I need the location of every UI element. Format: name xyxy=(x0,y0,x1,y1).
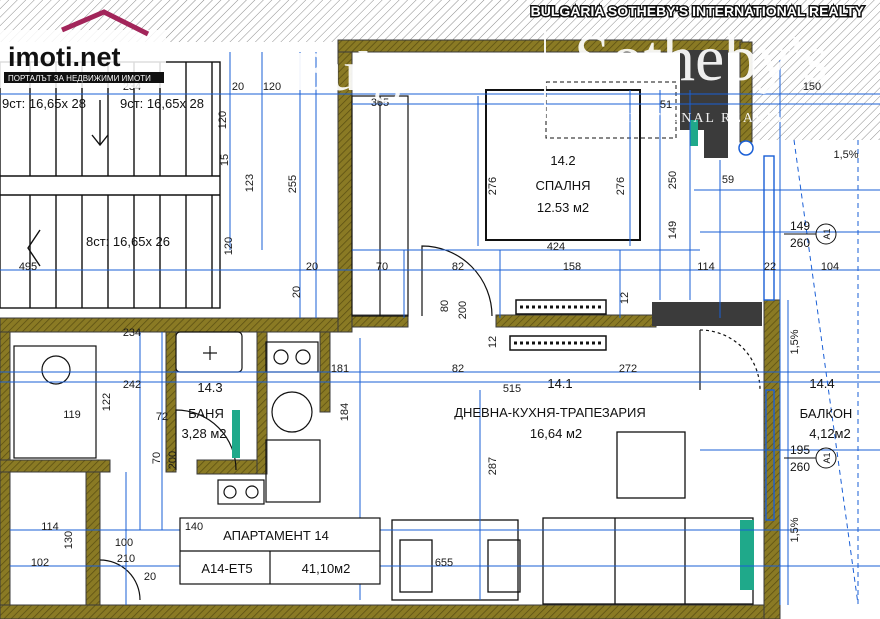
dimension-label: 424 xyxy=(547,241,565,253)
dimension-label: 120 xyxy=(263,81,281,93)
dimension-label: 82 xyxy=(452,363,464,375)
dimension-label: 495 xyxy=(19,261,37,273)
dimension-label: 104 xyxy=(821,261,839,273)
dimension-label: 120 xyxy=(217,111,229,129)
room-name: ДНЕВНА-КУХНЯ-ТРАПЕЗАРИЯ xyxy=(454,405,646,420)
dimension-label: 130 xyxy=(63,531,75,549)
logo-tagline: ПОРТАЛЪТ ЗА НЕДВИЖИМИ ИМОТИ xyxy=(8,74,151,83)
room-area: 4,12м2 xyxy=(809,426,850,441)
watermark-left: Bulgaria xyxy=(292,41,485,103)
room-balcony: 14.4 БАЛКОН 4,12м2 xyxy=(800,376,853,441)
dimension-label: 181 xyxy=(331,363,349,375)
dimension-label: 20 xyxy=(291,286,303,298)
dimension-label: 114 xyxy=(697,261,715,273)
watermark-right: Sotheby's xyxy=(574,22,828,95)
window-tag: 149 260 А1 xyxy=(784,219,837,250)
room-name: СПАЛНЯ xyxy=(536,178,591,193)
room-area: 3,28 м2 xyxy=(181,426,226,441)
dimension-label: 655 xyxy=(435,557,453,569)
dimension-label: 120 xyxy=(223,237,235,255)
window-width: 149 xyxy=(790,219,810,233)
dimension-label: 1,5% xyxy=(833,149,858,161)
room-area: 12.53 м2 xyxy=(537,200,589,215)
room-number: 14.1 xyxy=(547,376,572,391)
logo-name: imoti.net xyxy=(8,42,121,72)
dimension-label: 250 xyxy=(667,171,679,189)
dimension-label: 51 xyxy=(660,99,672,111)
window-code: А1 xyxy=(822,452,832,463)
window-tag: 195 260 А1 xyxy=(784,443,837,474)
dimension-label: 70 xyxy=(376,261,388,273)
dimension-label: 122 xyxy=(101,393,113,411)
stair-label-2: 9ст: 16,65х 28 xyxy=(120,96,204,111)
dimension-label: 100 xyxy=(115,537,133,549)
stair-direction-arrow-icon xyxy=(91,100,109,147)
apartment-info-box: АПАРТАМЕНТ 14 А14-ЕТ5 41,10м2 xyxy=(179,517,381,585)
dimension-label: 12 xyxy=(487,336,499,348)
dimension-label: 114 xyxy=(41,521,59,533)
dimension-label: 210 xyxy=(117,553,135,565)
dimension-label: 515 xyxy=(503,383,521,395)
dimension-label: 15 xyxy=(219,154,231,166)
dimension-label: 20 xyxy=(306,261,318,273)
stair-label-3: 8ст: 16,65х 26 xyxy=(86,234,170,249)
dimension-label: 140 xyxy=(185,521,203,533)
dimension-label: 184 xyxy=(339,403,351,421)
dimension-label: 149 xyxy=(667,221,679,239)
dimension-label: 234 xyxy=(123,327,141,339)
walls xyxy=(0,39,781,619)
dimension-label: 22 xyxy=(764,261,776,273)
dimension-label: 20 xyxy=(232,81,244,93)
apartment-code: А14-ЕТ5 xyxy=(201,561,252,576)
dimension-label: 276 xyxy=(487,177,499,195)
dimension-label: 1,5% xyxy=(789,329,801,354)
dimension-label: 123 xyxy=(244,174,256,192)
dimension-label: 82 xyxy=(452,261,464,273)
dimension-label: 255 xyxy=(287,175,299,193)
room-name: БАНЯ xyxy=(188,406,224,421)
dimension-label: 70 xyxy=(151,452,163,464)
room-number: 14.3 xyxy=(197,380,222,395)
stair-label-1: 9ст: 16,65х 28 xyxy=(2,96,86,111)
dimension-label: 158 xyxy=(563,261,581,273)
window-width: 195 xyxy=(790,443,810,457)
apartment-title: АПАРТАМЕНТ 14 xyxy=(223,528,329,543)
floor-plan: 9ст: 16,65х 28 9ст: 16,65х 28 8ст: 16,65… xyxy=(0,0,880,619)
agency-header: BULGARIA SOTHEBY'S INTERNATIONAL REALTY xyxy=(531,3,865,19)
living-furniture xyxy=(391,431,754,605)
dimension-label: 72 xyxy=(156,411,168,423)
room-name: БАЛКОН xyxy=(800,406,853,421)
dimension-label: 102 xyxy=(31,557,49,569)
dimension-label: 1,5% xyxy=(789,517,801,542)
dimension-label: 80 xyxy=(439,300,451,312)
room-number: 14.4 xyxy=(809,376,834,391)
dimension-label: 59 xyxy=(722,174,734,186)
room-number: 14.2 xyxy=(550,153,575,168)
dimension-label: 20 xyxy=(144,571,156,583)
dimension-label: 12 xyxy=(619,292,631,304)
dimension-label: 276 xyxy=(615,177,627,195)
room-bedroom: 14.2 СПАЛНЯ 12.53 м2 xyxy=(536,153,591,215)
dimension-label: 242 xyxy=(123,379,141,391)
dimension-label: 272 xyxy=(619,363,637,375)
dimension-label: 200 xyxy=(167,451,179,469)
room-bathroom: 14.3 БАНЯ 3,28 м2 xyxy=(181,380,226,441)
window-code: А1 xyxy=(822,228,832,239)
dimension-label: 200 xyxy=(457,301,469,319)
window-height: 260 xyxy=(790,236,810,250)
window-height: 260 xyxy=(790,460,810,474)
watermark-sub: INTERNATIONAL REALTY xyxy=(578,111,787,126)
wardrobe xyxy=(351,95,409,317)
dimension-label: 119 xyxy=(63,409,81,421)
apartment-area: 41,10м2 xyxy=(302,561,351,576)
room-living: 14.1 ДНЕВНА-КУХНЯ-ТРАПЕЗАРИЯ 16,64 м2 xyxy=(454,376,646,441)
dimension-label: 287 xyxy=(487,457,499,475)
drain-icon xyxy=(738,140,754,156)
room-area: 16,64 м2 xyxy=(530,426,582,441)
